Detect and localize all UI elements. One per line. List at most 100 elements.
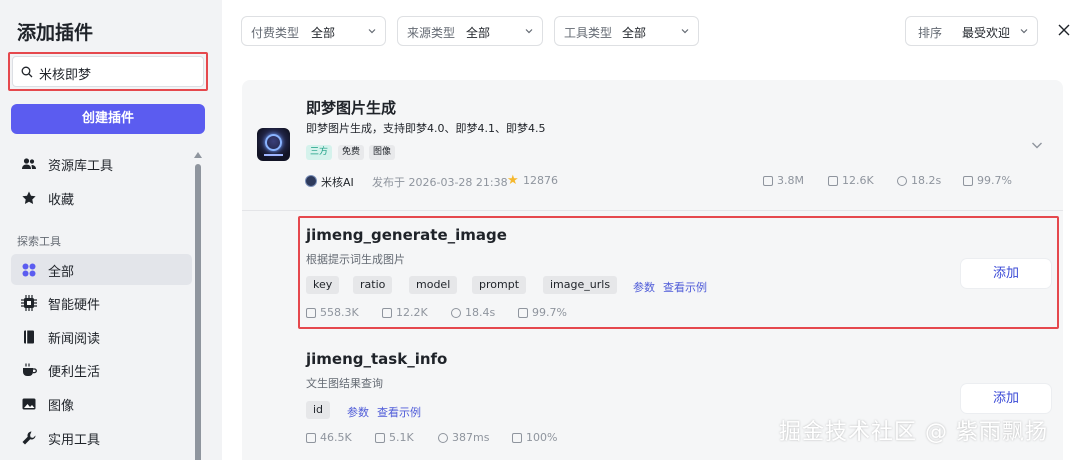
star-count: 12876 [523, 174, 558, 187]
clock-icon [438, 433, 448, 443]
filter-label: 来源类型 [407, 26, 456, 40]
sidebar-item-convenient-life[interactable]: 便利生活 [11, 354, 192, 385]
tag-third-party: 三方 [306, 145, 333, 160]
panel-title: 添加插件 [17, 22, 94, 44]
sidebar-item-label: 收藏 [48, 193, 75, 208]
sidebar-scrollbar[interactable] [194, 152, 202, 460]
view-example-link[interactable]: 查看示例 [377, 404, 421, 420]
stat-calls: 3.8M [777, 174, 804, 187]
author-avatar [305, 175, 317, 187]
plugin-description: 即梦图片生成，支持即梦4.0、即梦4.1、即梦4.5 [306, 122, 546, 135]
image-icon [22, 398, 36, 410]
close-icon[interactable] [1057, 23, 1071, 37]
publish-time: 发布于 2026-03-28 21:38 [372, 176, 508, 189]
success-rate-icon [963, 176, 973, 186]
stat-latency: 18.2s [911, 174, 942, 187]
filter-source-type[interactable]: 来源类型 全部 [397, 16, 543, 46]
sidebar-item-image[interactable]: 图像 [11, 388, 192, 419]
sidebar-item-label: 新闻阅读 [48, 332, 101, 347]
sort-dropdown[interactable]: 排序 最受欢迎 [905, 16, 1038, 46]
bot-icon [375, 433, 385, 443]
stat-success-rate: 99.7% [977, 174, 1012, 187]
sidebar-item-favorites[interactable]: 收藏 [11, 182, 192, 213]
tool-description: 根据提示词生成图片 [306, 253, 405, 266]
divider [242, 210, 1063, 211]
star-icon [22, 191, 36, 204]
users-icon [22, 158, 36, 169]
bot-icon [382, 308, 392, 318]
sidebar-item-label: 智能硬件 [48, 298, 101, 313]
plugin-name[interactable]: 即梦图片生成 [306, 97, 396, 118]
sidebar-item-label: 实用工具 [48, 433, 101, 448]
sidebar-item-smart-hardware[interactable]: 智能硬件 [11, 287, 192, 318]
filter-payment-type[interactable]: 付费类型 全部 [241, 16, 386, 46]
chevron-down-icon [525, 29, 533, 34]
tool-name: jimeng_generate_image [306, 226, 507, 244]
plugin-logo [257, 128, 290, 161]
add-button[interactable]: 添加 [961, 259, 1051, 288]
cup-icon [23, 363, 37, 376]
chevron-down-icon[interactable] [1031, 139, 1043, 151]
search-input[interactable] [39, 61, 199, 85]
filter-value: 全部 [466, 26, 491, 40]
clock-icon [451, 308, 461, 318]
sidebar: 添加插件 创建插件 资源库工具 收藏 探索工具 全部 [0, 0, 222, 460]
stat-success-rate: 99.7% [532, 306, 567, 319]
stat-bots: 12.2K [396, 306, 428, 319]
filter-label: 付费类型 [251, 26, 300, 40]
create-plugin-button[interactable]: 创建插件 [11, 104, 205, 134]
param-tag: key [306, 276, 340, 294]
calendar-icon [763, 176, 773, 186]
tool-description: 文生图结果查询 [306, 377, 383, 390]
search-icon [21, 66, 33, 78]
param-tag: ratio [353, 276, 393, 294]
sidebar-item-label: 全部 [48, 265, 75, 280]
param-tag: image_urls [543, 276, 618, 294]
sidebar-item-utility-tools[interactable]: 实用工具 [11, 422, 192, 453]
sort-label: 排序 [918, 26, 943, 40]
param-tag: model [409, 276, 458, 294]
calendar-icon [306, 433, 316, 443]
stat-latency: 18.4s [465, 306, 496, 319]
filter-tool-type[interactable]: 工具类型 全部 [554, 16, 699, 46]
params-link[interactable]: 参数 [347, 404, 369, 420]
filter-value: 全部 [622, 26, 647, 40]
stat-calls: 46.5K [320, 431, 352, 444]
tool-name: jimeng_task_info [306, 350, 448, 368]
chip-icon [21, 295, 37, 311]
sidebar-item-label: 资源库工具 [48, 159, 114, 174]
chevron-down-icon [1020, 29, 1028, 34]
tag-free: 免费 [338, 145, 365, 160]
view-example-link[interactable]: 查看示例 [663, 279, 707, 295]
tag-image: 图像 [369, 145, 396, 160]
wrench-icon [22, 431, 36, 445]
scroll-up-icon[interactable] [194, 152, 202, 158]
param-tag: prompt [472, 276, 527, 294]
params-link[interactable]: 参数 [633, 279, 655, 295]
stat-calls: 558.3K [320, 306, 359, 319]
stat-bots: 12.6K [842, 174, 874, 187]
filter-value: 全部 [311, 26, 336, 40]
sort-value: 最受欢迎 [962, 26, 1011, 40]
bot-icon [828, 176, 838, 186]
star-icon: ★ [507, 173, 519, 188]
sidebar-item-label: 便利生活 [48, 365, 101, 380]
success-rate-icon [512, 433, 522, 443]
calendar-icon [306, 308, 316, 318]
author-name: 米核AI [321, 176, 354, 189]
clock-icon [897, 176, 907, 186]
param-tag: id [306, 401, 331, 419]
search-box[interactable] [8, 52, 208, 91]
scroll-thumb[interactable] [195, 164, 201, 460]
success-rate-icon [518, 308, 528, 318]
section-label: 探索工具 [17, 235, 61, 248]
add-button[interactable]: 添加 [961, 384, 1051, 413]
sidebar-item-all[interactable]: 全部 [11, 254, 192, 285]
stat-latency: 387ms [452, 431, 490, 444]
watermark: 掘金技术社区 @ 紫雨飘扬 [779, 420, 1048, 445]
sidebar-item-news-reading[interactable]: 新闻阅读 [11, 321, 192, 352]
sidebar-item-resource-tools[interactable]: 资源库工具 [11, 148, 192, 179]
sidebar-item-label: 图像 [48, 399, 75, 414]
stat-bots: 5.1K [389, 431, 414, 444]
stat-success-rate: 100% [526, 431, 558, 444]
